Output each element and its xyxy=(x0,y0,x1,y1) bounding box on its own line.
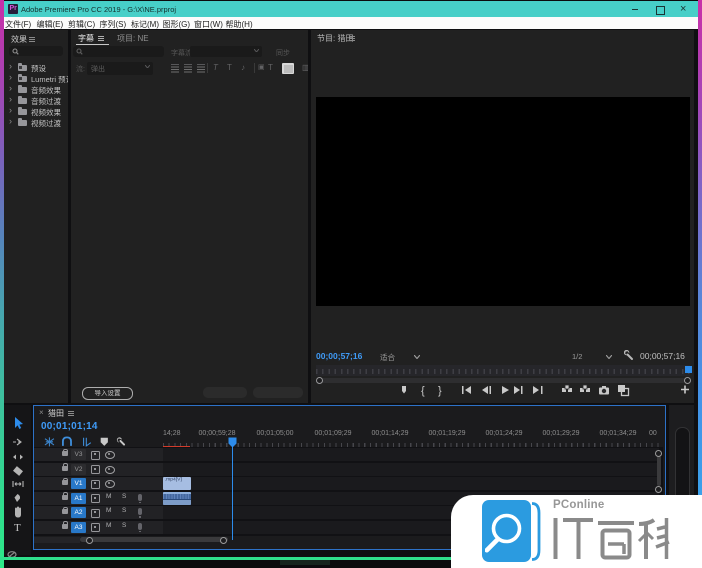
svg-text:T: T xyxy=(14,522,21,532)
svg-text:{: { xyxy=(421,385,425,397)
svg-text:}: } xyxy=(438,385,442,397)
